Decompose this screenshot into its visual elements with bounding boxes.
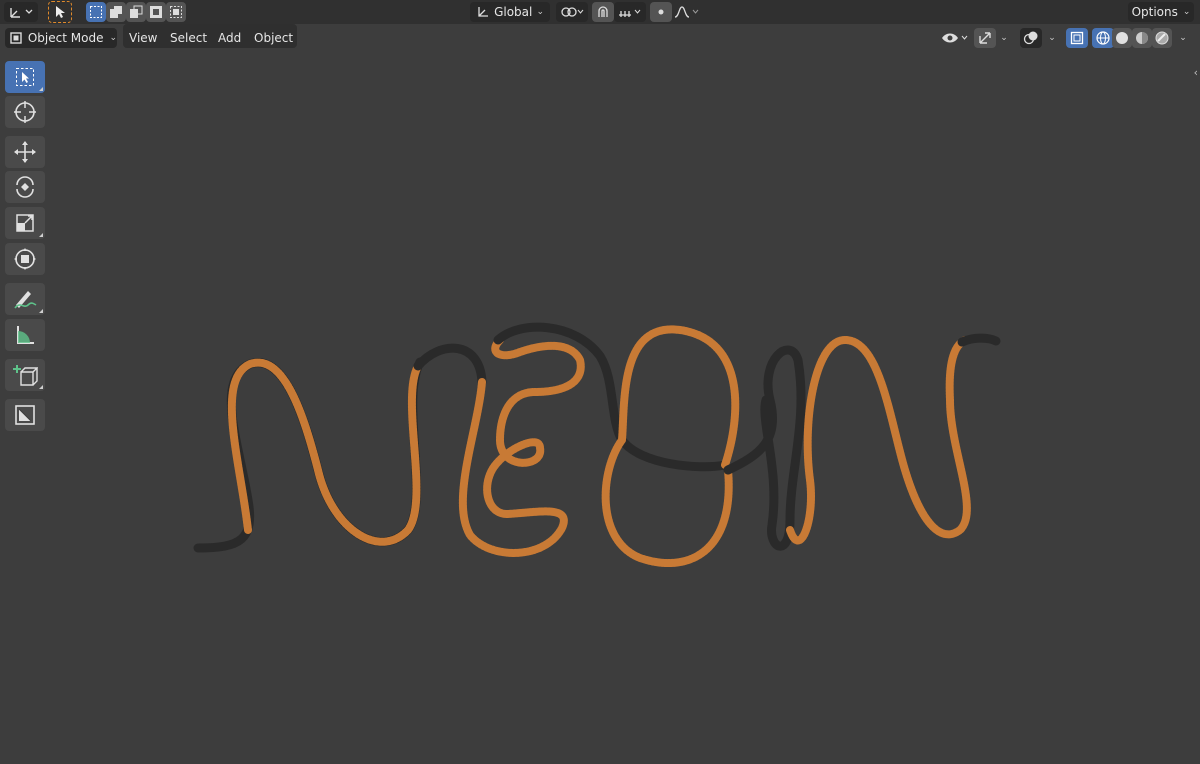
tool-shade[interactable]: [5, 399, 45, 431]
3d-viewport[interactable]: [0, 52, 1200, 764]
solid-sphere-icon: [1116, 32, 1128, 44]
rotate-icon: [16, 176, 34, 198]
tool-cursor[interactable]: [5, 96, 45, 128]
menu-object[interactable]: Object: [248, 28, 299, 48]
measure-icon: [17, 326, 34, 344]
tool-scale[interactable]: [5, 207, 45, 239]
tool-options-corner: [39, 87, 43, 91]
shading-solid-button[interactable]: [1112, 28, 1132, 48]
chevron-down-icon: ⌄: [109, 33, 117, 43]
transform-orientation-dropdown[interactable]: Global ⌄: [470, 2, 550, 22]
shading-dropdown[interactable]: ⌄: [1174, 28, 1192, 48]
tool-options-corner: [39, 309, 43, 313]
shading-material-button[interactable]: [1132, 28, 1152, 48]
select-mode-button[interactable]: [48, 1, 72, 23]
tool-transform[interactable]: [5, 243, 45, 275]
pivot-point-dropdown[interactable]: [556, 2, 588, 22]
chevron-down-icon: ⌄: [1048, 33, 1056, 43]
overlays-toggle[interactable]: [1020, 28, 1042, 48]
neon-letter-n2-left-curve[interactable]: [723, 345, 806, 551]
material-sphere-icon: [1136, 32, 1148, 44]
tool-select-box[interactable]: [5, 61, 45, 93]
move-icon: [14, 141, 36, 163]
add-cube-icon: [13, 365, 38, 386]
tool-options-corner: [39, 233, 43, 237]
options-label: Options: [1131, 5, 1178, 19]
top-header: Global ⌄ Options ⌄: [0, 0, 1200, 24]
select-invert-button[interactable]: [146, 2, 166, 22]
neon-bridge-curve[interactable]: [413, 343, 487, 387]
transform-orientation-label: Global: [494, 5, 533, 19]
rendered-sphere-icon: [1155, 31, 1169, 45]
tool-measure[interactable]: [5, 319, 45, 351]
snap-target-dropdown[interactable]: [614, 2, 646, 22]
menu-add[interactable]: Add: [212, 28, 247, 48]
snap-increment-icon: [619, 9, 641, 17]
select-invert-icon: [150, 6, 162, 18]
tool-rotate[interactable]: [5, 171, 45, 203]
editor-type-button[interactable]: [4, 2, 38, 22]
tool-add-cube[interactable]: [5, 359, 45, 391]
neon-letter-n-selected: [227, 358, 422, 546]
shading-rendered-button[interactable]: [1152, 28, 1172, 48]
chevron-down-icon: ⌄: [1182, 7, 1191, 17]
transform-icon: [14, 248, 36, 270]
wireframe-sphere-icon: [1096, 31, 1110, 45]
shading-wireframe-button[interactable]: [1092, 28, 1114, 48]
magnet-icon: [598, 6, 608, 17]
scale-icon: [16, 214, 34, 232]
proportional-edit-icon: [658, 9, 664, 15]
falloff-curve-icon: [674, 6, 699, 18]
select-new-icon: [90, 6, 102, 18]
falloff-dropdown[interactable]: [672, 2, 702, 22]
visibility-dropdown[interactable]: [938, 28, 972, 48]
select-subtract-button[interactable]: [126, 2, 146, 22]
neon-tail-curve[interactable]: [957, 333, 1001, 347]
chevron-down-icon: ⌄: [1000, 33, 1008, 43]
snap-toggle[interactable]: [592, 2, 614, 22]
tool-move[interactable]: [5, 136, 45, 168]
tool-options-corner: [39, 385, 43, 389]
sidebar-collapse-icon[interactable]: ‹: [1194, 66, 1198, 79]
mode-dropdown[interactable]: Object Mode ⌄: [5, 28, 117, 48]
select-intersect-button[interactable]: [166, 2, 186, 22]
select-intersect-icon: [170, 6, 182, 18]
chevron-down-icon: ⌄: [1179, 33, 1187, 43]
select-subtract-icon: [130, 5, 143, 18]
select-extend-icon: [110, 6, 122, 18]
select-new-button[interactable]: [86, 2, 106, 22]
pointer-icon: [56, 6, 65, 18]
object-mode-icon: [10, 32, 22, 44]
cursor-icon: [14, 101, 36, 123]
editor-type-icon: [10, 8, 33, 18]
menu-view[interactable]: View: [123, 28, 163, 48]
overlays-icon: [1023, 31, 1038, 45]
options-dropdown[interactable]: Options ⌄: [1128, 2, 1194, 22]
gizmo-dropdown[interactable]: ⌄: [996, 28, 1012, 48]
annotate-icon: [14, 291, 37, 309]
gizmo-toggle[interactable]: [974, 28, 996, 48]
shade-icon: [15, 405, 35, 425]
mode-label: Object Mode: [27, 31, 104, 45]
tool-shelf: [3, 59, 47, 434]
overlays-dropdown[interactable]: ⌄: [1044, 28, 1060, 48]
gizmo-icon: [979, 32, 991, 44]
neon-letter-n2-curve[interactable]: [786, 336, 971, 545]
proportional-editing-toggle[interactable]: [650, 2, 672, 22]
chevron-down-icon: ⌄: [536, 7, 544, 17]
menu-select[interactable]: Select: [164, 28, 213, 48]
eye-icon: [942, 33, 968, 43]
select-box-icon: [16, 68, 34, 86]
tool-annotate[interactable]: [5, 283, 45, 315]
xray-toggle[interactable]: [1066, 28, 1088, 48]
orientation-icon: [478, 7, 488, 17]
select-extend-button[interactable]: [106, 2, 126, 22]
xray-icon: [1070, 31, 1084, 45]
pivot-icon: [561, 7, 584, 17]
